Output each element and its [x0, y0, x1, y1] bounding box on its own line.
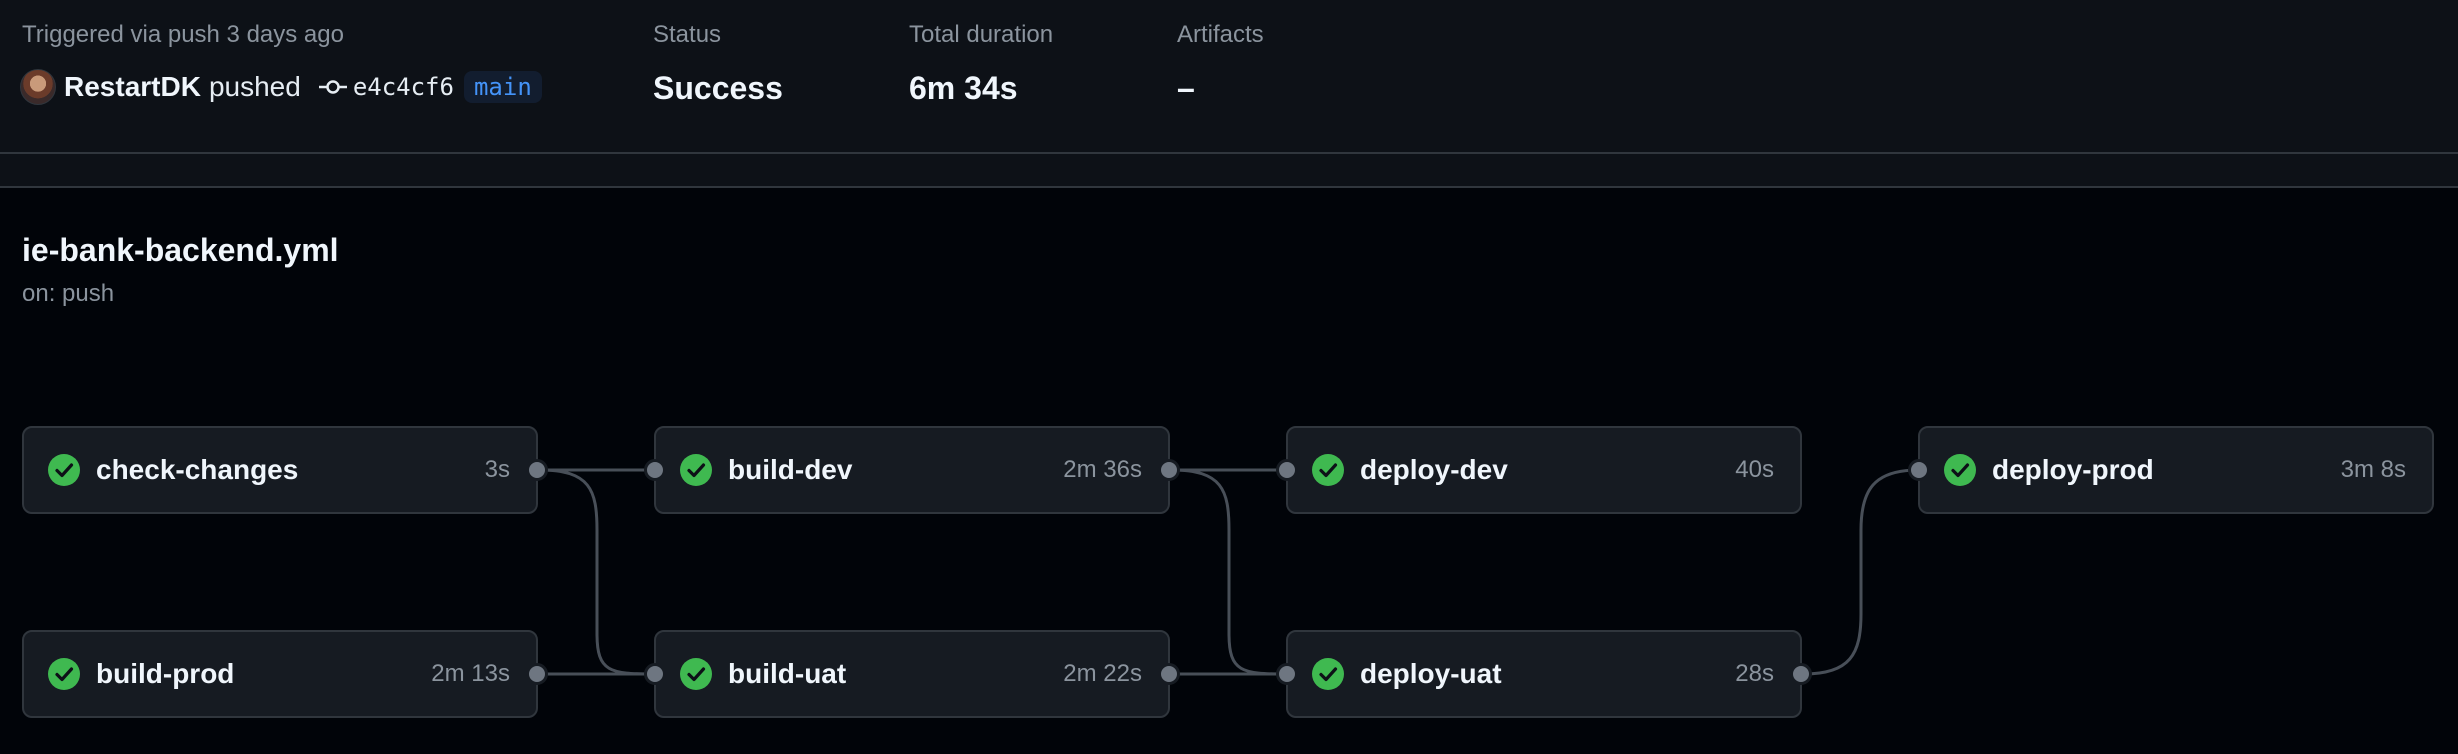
job-build-uat[interactable]: build-uat 2m 22s	[644, 630, 1180, 718]
duration-value: 6m 34s	[909, 70, 1018, 106]
job-build-prod[interactable]: build-prod 2m 13s	[22, 630, 548, 718]
action-text: pushed	[208, 71, 301, 102]
job-check-changes[interactable]: check-changes 3s	[22, 426, 548, 514]
check-circle-fill-icon	[1312, 454, 1344, 486]
actor-link[interactable]: RestartDK	[64, 71, 201, 103]
output-port	[1790, 663, 1812, 685]
output-port	[526, 663, 548, 685]
job-duration: 40s	[1735, 456, 1774, 483]
input-port	[1276, 459, 1298, 481]
job-name: deploy-uat	[1360, 658, 1502, 689]
check-circle-fill-icon	[1312, 658, 1344, 690]
job-name: build-uat	[728, 658, 847, 689]
job-deploy-prod[interactable]: deploy-prod 3m 8s	[1908, 426, 2434, 514]
divider-band	[0, 154, 2458, 188]
status-block: Status Success	[653, 20, 783, 108]
output-port	[1158, 459, 1180, 481]
check-circle-fill-icon	[48, 454, 80, 486]
status-value: Success	[653, 70, 783, 106]
push-info: RestartDK pushed e4c4cf6 main	[20, 68, 542, 106]
input-port	[644, 459, 666, 481]
job-name: build-prod	[96, 658, 235, 689]
workflow-file-name: ie-bank-backend.yml	[22, 232, 339, 268]
job-duration: 2m 36s	[1063, 456, 1142, 483]
artifacts-block: Artifacts –	[1177, 20, 1264, 108]
job-duration: 2m 13s	[431, 660, 510, 687]
branch-badge[interactable]: main	[463, 71, 542, 103]
job-duration: 2m 22s	[1063, 660, 1142, 687]
status-label: Status	[653, 21, 722, 48]
edge-build-dev-deploy-uat	[1171, 468, 1287, 676]
git-commit-icon	[318, 77, 347, 97]
check-circle-fill-icon	[680, 454, 712, 486]
input-port	[644, 663, 666, 685]
workflow-trigger: on: push	[22, 280, 115, 307]
job-deploy-uat[interactable]: deploy-uat 28s	[1276, 630, 1812, 718]
job-duration: 3m 8s	[2340, 456, 2406, 483]
check-circle-fill-icon	[1944, 454, 1976, 486]
output-port	[1158, 663, 1180, 685]
check-circle-fill-icon	[48, 658, 80, 690]
job-name: deploy-dev	[1360, 454, 1508, 485]
artifacts-value: –	[1177, 70, 1195, 106]
trigger-info: Triggered via push 3 days ago	[22, 20, 344, 50]
output-port	[526, 459, 548, 481]
commit-sha-link[interactable]: e4c4cf6	[353, 73, 454, 101]
edge-check-changes-build-uat	[539, 468, 655, 676]
job-name: check-changes	[96, 454, 299, 485]
duration-label: Total duration	[909, 21, 1054, 48]
job-build-dev[interactable]: build-dev 2m 36s	[644, 426, 1180, 514]
trigger-text: Triggered via push 3 days ago	[22, 21, 344, 48]
job-deploy-dev[interactable]: deploy-dev 40s	[1276, 426, 1802, 514]
job-name: build-dev	[728, 454, 853, 485]
input-port	[1276, 663, 1298, 685]
job-duration: 28s	[1735, 660, 1774, 687]
input-port	[1908, 459, 1930, 481]
job-duration: 3s	[484, 456, 510, 483]
duration-block: Total duration 6m 34s	[909, 20, 1053, 108]
run-summary: Triggered via push 3 days ago RestartDK …	[0, 0, 2458, 154]
artifacts-label: Artifacts	[1177, 21, 1264, 48]
check-circle-fill-icon	[680, 658, 712, 690]
edge-deploy-uat-deploy-prod	[1803, 468, 1919, 676]
avatar[interactable]	[20, 69, 56, 105]
job-name: deploy-prod	[1992, 454, 2154, 485]
